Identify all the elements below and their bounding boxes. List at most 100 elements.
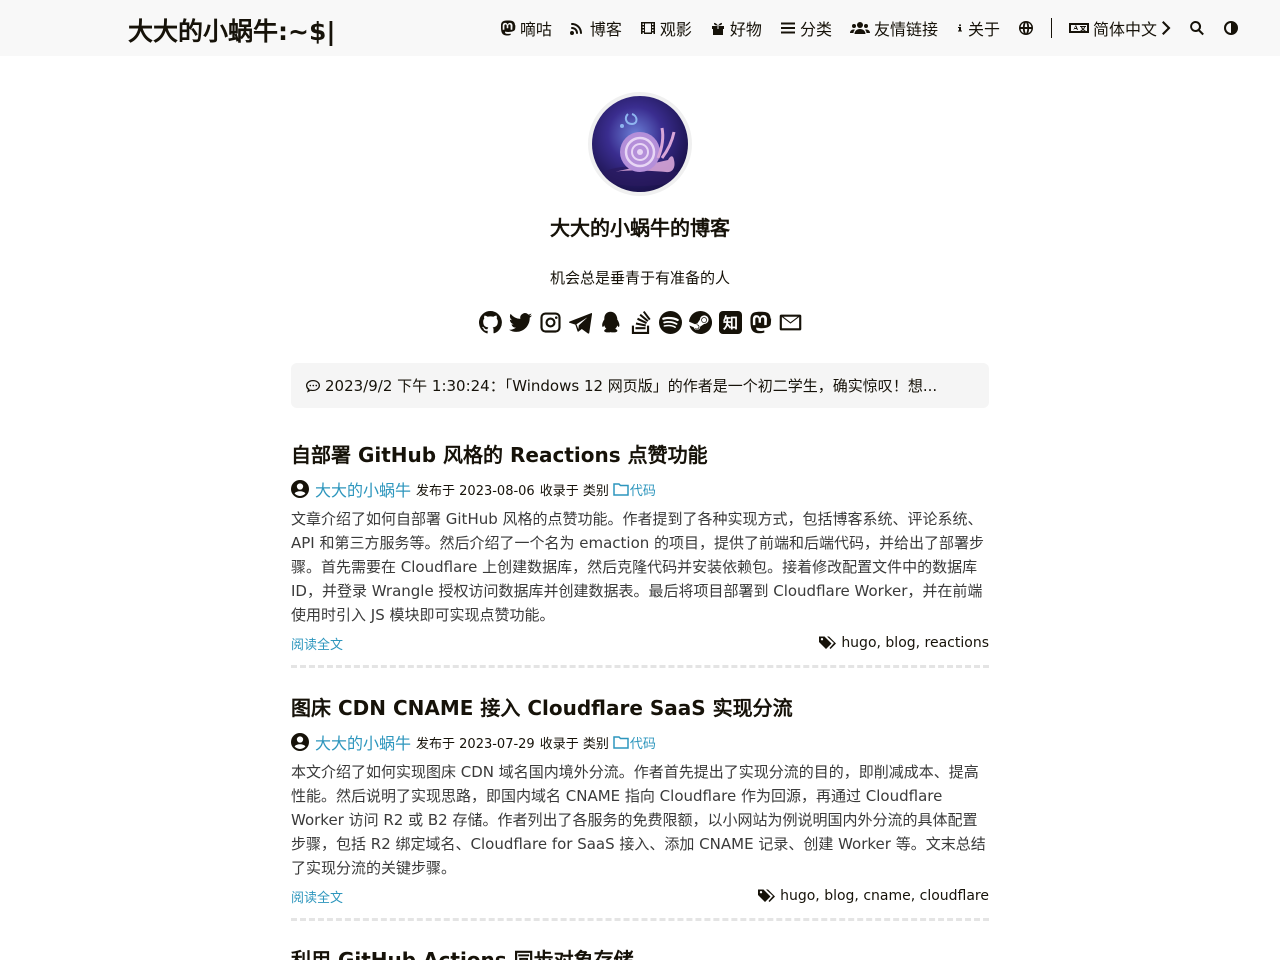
twitter-icon (508, 313, 532, 332)
theme-toggle-button[interactable] (1214, 0, 1248, 56)
zhihu-link[interactable]: 知 (718, 311, 742, 334)
post-footer: 阅读全文 hugo, blog, reactions (291, 633, 989, 653)
folder-icon (613, 736, 629, 749)
post-card: 自部署 GitHub 风格的 Reactions 点赞功能 大大的小蜗牛 发布于… (291, 439, 989, 653)
telegram-icon (568, 312, 592, 334)
list-icon (780, 22, 795, 34)
comment-icon (306, 379, 320, 392)
search-icon (1190, 21, 1204, 36)
site-title[interactable]: 大大的小蜗牛:~$| (128, 12, 335, 48)
search-button[interactable] (1180, 0, 1214, 56)
instagram-link[interactable] (539, 311, 562, 334)
status-text: 2023/9/2 下午 1:30:24：「Windows 12 网页版」的作者是… (325, 377, 938, 395)
avatar-image (592, 96, 688, 192)
post-collected-label: 收录于 类别 (539, 736, 609, 752)
nav-label: 关于 (967, 20, 1000, 39)
folder-icon (613, 483, 629, 496)
nav-label: 嘀咕 (519, 20, 552, 39)
post-date: 发布于 2023-07-29 (416, 736, 535, 752)
language-switcher[interactable]: 简体中文 (1060, 0, 1180, 56)
user-circle-icon (291, 480, 309, 498)
post-category[interactable]: 代码 (630, 733, 656, 752)
chevron-right-icon (1162, 21, 1171, 35)
post-tags: hugo, blog, cname, cloudflare (758, 888, 989, 904)
post-meta: 大大的小蜗牛 发布于 2023-08-06 收录于 类别 代码 (291, 477, 989, 501)
profile-subtitle: 机会总是垂青于有准备的人 (549, 269, 730, 287)
snail-illustration (600, 113, 680, 186)
read-more-link[interactable]: 阅读全文 (291, 887, 343, 906)
post-title[interactable]: 图床 CDN CNAME 接入 Cloudflare SaaS 实现分流 (291, 692, 989, 721)
mastodon-icon (500, 20, 516, 36)
post-title[interactable]: 利用 GitHub Actions 同步对象存储 (291, 944, 989, 960)
mastodon-link[interactable] (749, 311, 772, 334)
post-meta: 大大的小蜗牛 发布于 2023-07-29 收录于 类别 代码 (291, 730, 989, 754)
post-collected-label: 收录于 类别 (539, 483, 609, 499)
zhihu-char: 知 (722, 314, 737, 332)
email-icon (779, 314, 801, 331)
post-author[interactable]: 大大的小蜗牛 (315, 477, 411, 501)
post-date: 发布于 2023-08-06 (416, 483, 535, 499)
social-links: 知 (0, 311, 1280, 334)
mastodon-icon (749, 311, 771, 334)
nav-label: 好物 (729, 20, 762, 39)
users-icon (849, 22, 870, 34)
tags-icon (819, 636, 837, 649)
nav-item-categories[interactable]: 分类 (771, 0, 841, 56)
language-icon (1068, 23, 1089, 33)
nav-label: 友情链接 (873, 20, 938, 39)
qq-link[interactable] (599, 311, 622, 334)
post-summary: 文章介绍了如何自部署 GitHub 风格的点赞功能。作者提到了各种实现方式，包括… (291, 510, 985, 624)
nav-label: 分类 (799, 20, 832, 39)
site-header: 大大的小蜗牛:~$| 嘀咕 博客 观影 好物 分类 友情链接 关于 简体中文 (0, 0, 1280, 56)
main-nav: 嘀咕 博客 观影 好物 分类 友情链接 关于 简体中文 (491, 0, 1248, 56)
post-tags-text[interactable]: hugo, blog, reactions (841, 635, 989, 651)
zhihu-icon: 知 (718, 311, 742, 334)
instagram-icon (539, 312, 561, 333)
qq-icon (601, 311, 619, 333)
nav-label: 观影 (659, 20, 692, 39)
nav-separator (1050, 18, 1052, 38)
github-link[interactable] (478, 311, 502, 334)
nav-item-about[interactable]: 关于 (947, 0, 1009, 56)
info-icon (957, 24, 962, 32)
nav-item-goods[interactable]: 好物 (701, 0, 771, 56)
post-footer: 阅读全文 hugo, blog, cname, cloudflare (291, 886, 989, 906)
post-divider (291, 918, 989, 921)
nav-item-friends[interactable]: 友情链接 (841, 0, 947, 56)
user-circle-icon (291, 733, 309, 751)
post-summary: 本文介绍了如何实现图床 CDN 域名国内境外分流。作者首先提出了实现分流的目的，… (291, 763, 986, 877)
avatar[interactable] (588, 92, 692, 196)
stackoverflow-link[interactable] (629, 311, 652, 334)
nav-label: 博客 (589, 20, 622, 39)
spotify-icon (658, 311, 682, 334)
nav-item-blog[interactable]: 博客 (561, 0, 631, 56)
post-category[interactable]: 代码 (630, 480, 656, 499)
email-link[interactable] (779, 311, 802, 334)
telegram-link[interactable] (568, 311, 592, 334)
gift-icon (711, 22, 724, 35)
post-title[interactable]: 自部署 GitHub 风格的 Reactions 点赞功能 (291, 439, 989, 468)
github-icon (478, 311, 502, 334)
twitter-link[interactable] (508, 311, 532, 334)
post-author[interactable]: 大大的小蜗牛 (315, 730, 411, 754)
spotify-link[interactable] (658, 311, 682, 334)
post-card: 图床 CDN CNAME 接入 Cloudflare SaaS 实现分流 大大的… (291, 692, 989, 906)
globe-icon (1018, 21, 1033, 35)
post-tags-text[interactable]: hugo, blog, cname, cloudflare (780, 888, 989, 904)
film-icon (640, 22, 655, 34)
language-label: 简体中文 (1092, 20, 1157, 39)
globe-button[interactable] (1009, 0, 1043, 56)
post-card: 利用 GitHub Actions 同步对象存储 (291, 944, 989, 960)
nav-item-movies[interactable]: 观影 (631, 0, 701, 56)
blog-icon (569, 23, 582, 35)
contrast-icon (1224, 21, 1238, 35)
nav-item-digu[interactable]: 嘀咕 (491, 0, 561, 56)
steam-link[interactable] (688, 311, 712, 334)
post-divider (291, 665, 989, 668)
latest-status[interactable]: 2023/9/2 下午 1:30:24：「Windows 12 网页版」的作者是… (291, 363, 989, 408)
stackoverflow-icon (631, 311, 651, 334)
tags-icon (758, 889, 776, 902)
steam-icon (688, 311, 712, 334)
profile-name: 大大的小蜗牛的博客 (550, 216, 730, 240)
read-more-link[interactable]: 阅读全文 (291, 634, 343, 653)
